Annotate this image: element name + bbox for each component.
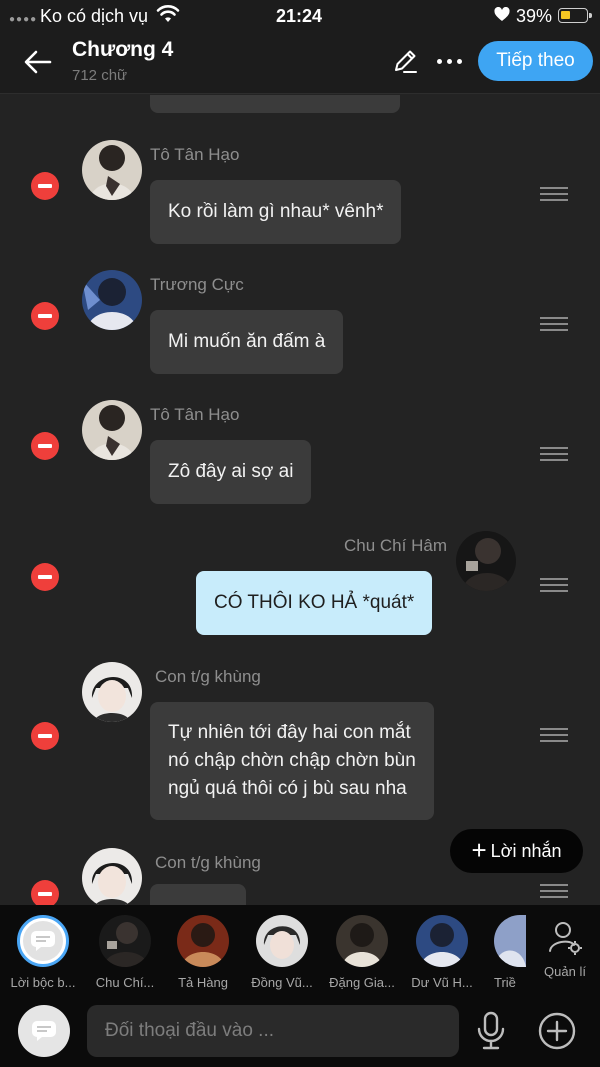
wifi-icon	[156, 5, 180, 22]
back-arrow-icon	[24, 50, 52, 74]
chapter-editor-screen: ●●●● Ko có dịch vụ 21:24 39% Chương 4 71…	[0, 0, 600, 1067]
signal-dots-icon: ●●●●	[9, 14, 38, 25]
character-item[interactable]: Chu Chí...	[85, 915, 165, 990]
character-item[interactable]: Dư Vũ H...	[402, 915, 482, 990]
message-row[interactable]: Trương Cực Mi muốn ăn đấm à	[0, 270, 600, 380]
avatar[interactable]	[82, 400, 142, 460]
avatar[interactable]	[82, 140, 142, 200]
add-circle-icon[interactable]	[537, 1011, 577, 1051]
delete-message-button[interactable]	[31, 563, 59, 591]
message-row[interactable]: Tô Tân Hạo Ko rồi làm gì nhau* vênh*	[0, 140, 600, 250]
battery-percent: 39%	[516, 6, 553, 26]
manage-label: Quản lí	[544, 964, 586, 979]
avatar	[99, 915, 151, 967]
character-narrator[interactable]: Lời bộc b...	[3, 915, 83, 990]
sender-name: Con t/g khùng	[155, 853, 261, 872]
avatar	[336, 915, 388, 967]
message-bubble[interactable]	[150, 95, 400, 113]
manage-characters-button[interactable]: Quản lí	[540, 919, 590, 979]
character-label: Lời bộc b...	[10, 975, 76, 990]
microphone-icon[interactable]	[475, 1011, 507, 1051]
narrator-toggle-button[interactable]	[18, 1005, 70, 1057]
status-bar: ●●●● Ko có dịch vụ 21:24 39%	[0, 0, 600, 32]
drag-handle[interactable]	[540, 187, 568, 201]
drag-handle[interactable]	[540, 447, 568, 461]
message-bubble[interactable]: Tự nhiên tới đây hai con mắt nó chập chờ…	[150, 702, 434, 820]
heart-icon	[494, 7, 510, 21]
user-settings-icon	[549, 922, 582, 955]
battery-fill	[561, 11, 570, 19]
sender-name: Chu Chí Hâm	[344, 536, 447, 555]
character-label: Chu Chí...	[95, 975, 155, 990]
message-row[interactable]: Con t/g khùng Tự nhiên tới đây hai con m…	[0, 662, 600, 832]
character-label: Dư Vũ H...	[411, 975, 473, 990]
delete-message-button[interactable]	[31, 880, 59, 905]
character-label: Đồng Vũ...	[251, 975, 313, 990]
back-button[interactable]	[18, 42, 58, 82]
battery-icon	[558, 8, 592, 23]
avatar	[494, 915, 526, 967]
avatar[interactable]	[82, 270, 142, 330]
message-bubble[interactable]: Ko rồi làm gì nhau* vênh*	[150, 180, 402, 244]
avatar[interactable]	[456, 531, 516, 591]
more-options-button[interactable]	[430, 46, 468, 76]
delete-message-button[interactable]	[31, 172, 59, 200]
character-item[interactable]: Triề	[476, 915, 526, 990]
chapter-header: Chương 4 712 chữ Tiếp theo	[0, 32, 600, 94]
avatar	[256, 915, 308, 967]
sender-name: Con t/g khùng	[155, 667, 261, 686]
drag-handle[interactable]	[540, 578, 568, 592]
carrier-label: Ko có dịch vụ	[40, 6, 149, 26]
chat-bubble-icon	[31, 931, 55, 951]
message-bubble[interactable]: Zô đây ai sợ ai	[150, 440, 312, 504]
drag-handle[interactable]	[540, 884, 568, 898]
chapter-title: Chương 4	[72, 38, 174, 61]
chat-bubble-icon	[32, 1021, 56, 1041]
add-message-label: Lời nhắn	[490, 840, 562, 861]
character-strip[interactable]: Lời bộc b... Chu Chí... Tả Hàng Đồng Vũ.…	[0, 905, 600, 997]
character-item[interactable]: Đặng Gia...	[322, 915, 402, 990]
word-count: 712 chữ	[72, 67, 128, 84]
character-label: Tả Hàng	[178, 975, 228, 990]
message-row[interactable]: Tô Tân Hạo Zô đây ai sợ ai	[0, 400, 600, 510]
sender-name: Trương Cực	[150, 275, 244, 294]
pencil-icon[interactable]	[390, 46, 420, 76]
message-line: ngủ quá thôi có j bù sau nha	[168, 778, 407, 799]
delete-message-button[interactable]	[31, 432, 59, 460]
sender-name: Tô Tân Hạo	[150, 405, 240, 424]
delete-message-button[interactable]	[31, 722, 59, 750]
message-bubble[interactable]	[150, 884, 246, 905]
plus-icon: +	[471, 834, 487, 865]
avatar	[17, 915, 69, 967]
message-bubble[interactable]: CÓ THÔI KO HẢ *quát*	[196, 571, 433, 635]
input-bar: Đối thoại đầu vào ...	[0, 997, 600, 1067]
character-label: Triề	[494, 975, 516, 990]
character-item[interactable]: Tả Hàng	[163, 915, 243, 990]
character-item[interactable]: Đồng Vũ...	[242, 915, 322, 990]
drag-handle[interactable]	[540, 728, 568, 742]
avatar	[416, 915, 468, 967]
delete-message-button[interactable]	[31, 302, 59, 330]
avatar[interactable]	[82, 662, 142, 722]
drag-handle[interactable]	[540, 317, 568, 331]
avatar	[177, 915, 229, 967]
next-chapter-button[interactable]: Tiếp theo	[478, 41, 593, 81]
message-bubble[interactable]: Mi muốn ăn đấm à	[150, 310, 344, 374]
message-line: nó chập chờn chập chờn bùn	[168, 750, 416, 771]
message-row[interactable]: Chu Chí Hâm CÓ THÔI KO HẢ *quát*	[0, 531, 600, 641]
message-line: Tự nhiên tới đây hai con mắt	[168, 722, 411, 743]
dialogue-input[interactable]: Đối thoại đầu vào ...	[87, 1005, 459, 1057]
avatar[interactable]	[82, 848, 142, 905]
add-message-button[interactable]: + Lời nhắn	[450, 829, 583, 873]
clock: 21:24	[276, 6, 323, 26]
sender-name: Tô Tân Hạo	[150, 145, 240, 164]
character-label: Đặng Gia...	[329, 975, 395, 990]
message-list[interactable]: Tô Tân Hạo Ko rồi làm gì nhau* vênh* Trư…	[0, 95, 600, 905]
more-dots-icon	[436, 58, 442, 64]
